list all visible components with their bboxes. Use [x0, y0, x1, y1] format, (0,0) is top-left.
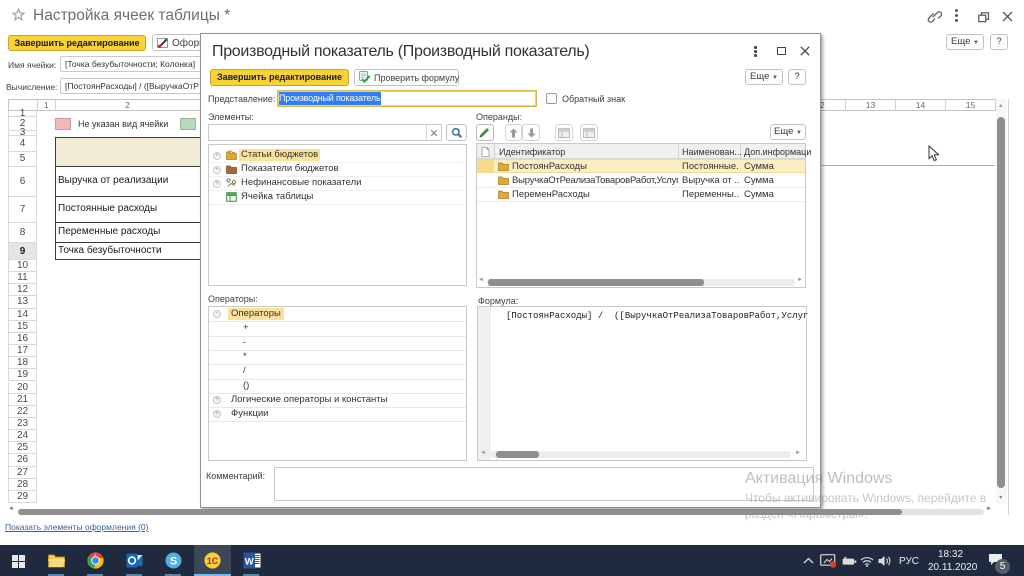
- svg-text:1С: 1С: [207, 556, 219, 566]
- svg-text:W: W: [245, 557, 254, 568]
- svg-text:S: S: [170, 556, 177, 568]
